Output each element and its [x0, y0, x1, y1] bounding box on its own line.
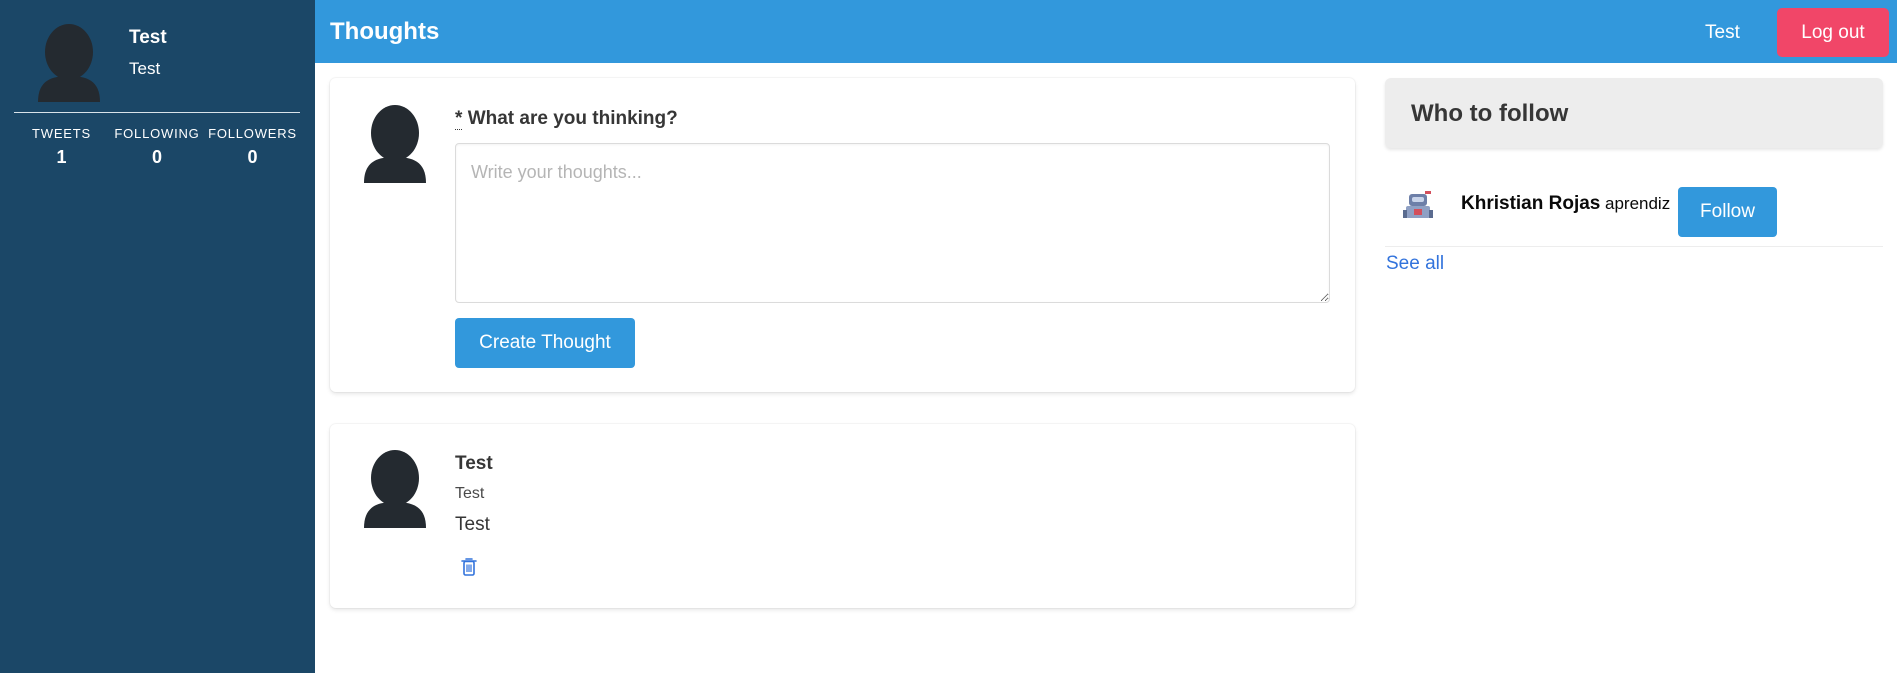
- suggestion-name[interactable]: Khristian Rojas: [1461, 193, 1600, 215]
- thought-field-label-text: What are you thinking?: [467, 108, 678, 129]
- thought-field-label: * What are you thinking?: [455, 108, 678, 130]
- robot-avatar-icon: [1401, 188, 1435, 222]
- suggestion-handle: aprendiz: [1605, 194, 1671, 213]
- thought-post: Test Test Test: [330, 424, 1355, 608]
- stat-value: 0: [247, 147, 258, 167]
- follow-button[interactable]: Follow: [1678, 187, 1777, 237]
- thought-textarea[interactable]: [455, 143, 1330, 303]
- who-to-follow-title: Who to follow: [1411, 100, 1569, 127]
- thought-composer: * What are you thinking? Create Thought: [330, 78, 1355, 392]
- who-to-follow-header: Who to follow: [1385, 78, 1883, 148]
- stat-tweets: TWEETS 1: [14, 126, 109, 168]
- sidebar-profile-name: Test: [129, 27, 167, 48]
- required-marker: *: [455, 108, 463, 130]
- post-author-handle: Test: [455, 485, 485, 502]
- sidebar-stats: TWEETS 1 FOLLOWING 0 FOLLOWERS 0: [14, 126, 300, 168]
- create-thought-button[interactable]: Create Thought: [455, 318, 635, 368]
- user-silhouette-icon: [364, 450, 426, 528]
- user-silhouette-icon: [364, 105, 426, 183]
- stat-followers: FOLLOWERS 0: [205, 126, 300, 168]
- stat-label: TWEETS: [32, 126, 91, 141]
- sidebar-divider: [14, 112, 300, 113]
- navbar: Thoughts Test Log out: [315, 0, 1897, 63]
- see-all-link[interactable]: See all: [1386, 253, 1444, 275]
- stat-label: FOLLOWERS: [208, 126, 297, 141]
- navbar-user-link[interactable]: Test: [1705, 22, 1740, 44]
- trash-icon[interactable]: [461, 557, 477, 577]
- sidebar-profile: Test Test: [0, 0, 315, 112]
- logout-button[interactable]: Log out: [1777, 8, 1889, 57]
- sidebar: Test Test TWEETS 1 FOLLOWING 0 FOLLOWERS…: [0, 0, 315, 673]
- brand-title[interactable]: Thoughts: [330, 18, 439, 46]
- sidebar-profile-handle: Test: [129, 59, 161, 78]
- follow-suggestion: Khristian Rojas aprendiz Follow: [1385, 180, 1883, 247]
- user-silhouette-icon: [38, 24, 100, 102]
- post-body: Test: [455, 514, 490, 535]
- stat-value: 1: [56, 147, 67, 167]
- stat-label: FOLLOWING: [114, 126, 200, 141]
- stat-following: FOLLOWING 0: [110, 126, 205, 168]
- stat-value: 0: [151, 147, 162, 167]
- post-author-name: Test: [455, 453, 493, 474]
